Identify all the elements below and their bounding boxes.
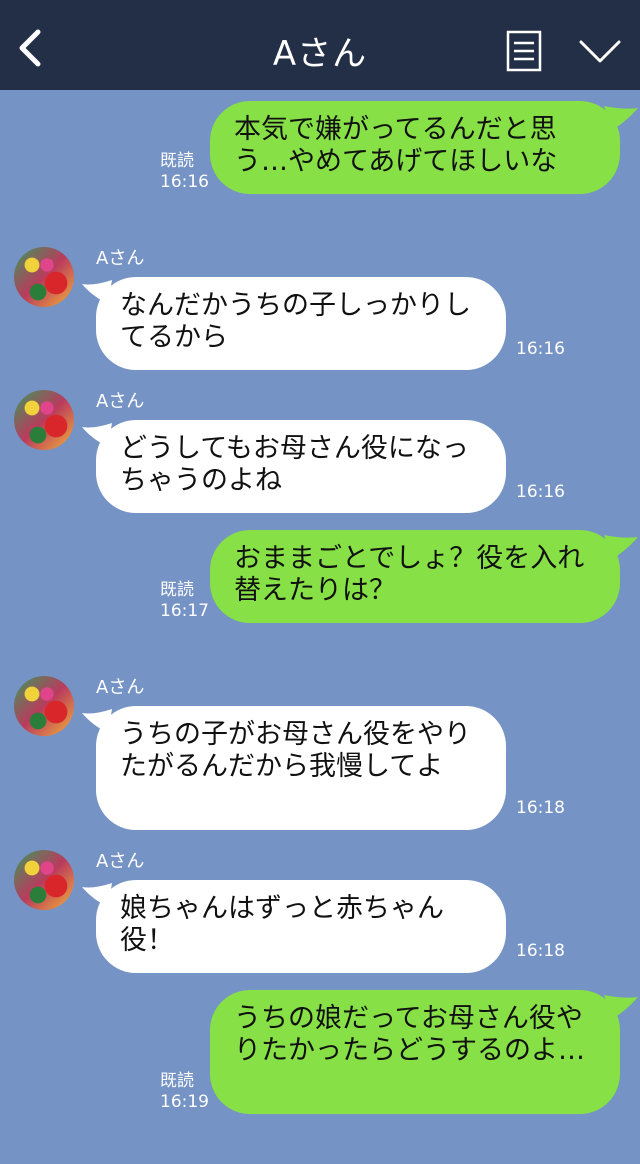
read-receipt: 既読 16:17	[160, 580, 209, 622]
outgoing-message-bubble[interactable]: おままごとでしょ？役を入れ替えたりは？	[210, 530, 620, 623]
bubble-tail	[82, 423, 112, 447]
message-time: 16:18	[516, 798, 565, 818]
sender-name: Aさん	[96, 391, 145, 412]
read-receipt: 既読 16:16	[160, 151, 209, 193]
avatar[interactable]	[14, 247, 74, 307]
outgoing-message-bubble[interactable]: 本気で嫌がってるんだと思う…やめてあげてほしいな	[210, 101, 620, 194]
message-time: 16:16	[160, 172, 209, 192]
chevron-down-icon[interactable]	[578, 38, 622, 66]
menu-icon[interactable]	[506, 30, 542, 72]
bubble-tail	[82, 883, 112, 907]
sender-name: Aさん	[96, 677, 145, 698]
bubble-tail	[604, 535, 638, 559]
chat-header: Aさん	[0, 0, 640, 90]
sender-name: Aさん	[96, 851, 145, 872]
message-time: 16:16	[516, 482, 565, 502]
avatar[interactable]	[14, 390, 74, 450]
message-time: 16:17	[160, 601, 209, 621]
read-label: 既読	[160, 580, 194, 600]
bubble-tail	[604, 995, 638, 1019]
sender-name: Aさん	[96, 248, 145, 269]
incoming-message-bubble[interactable]: うちの子がお母さん役をやりたがるんだから我慢してよ	[96, 706, 506, 830]
bubble-tail	[82, 280, 112, 304]
chat-title: Aさん	[272, 34, 368, 74]
message-time: 16:19	[160, 1092, 209, 1112]
message-time: 16:16	[516, 339, 565, 359]
read-label: 既読	[160, 151, 194, 171]
bubble-tail	[82, 709, 112, 733]
outgoing-message-bubble[interactable]: うちの娘だってお母さん役やりたかったらどうするのよ…	[210, 990, 620, 1114]
incoming-message-bubble[interactable]: 娘ちゃんはずっと赤ちゃん役！	[96, 880, 506, 973]
message-time: 16:18	[516, 941, 565, 961]
avatar[interactable]	[14, 676, 74, 736]
bubble-tail	[604, 106, 638, 130]
read-receipt: 既読 16:19	[160, 1071, 209, 1113]
incoming-message-bubble[interactable]: なんだかうちの子しっかりしてるから	[96, 277, 506, 370]
avatar[interactable]	[14, 850, 74, 910]
incoming-message-bubble[interactable]: どうしてもお母さん役になっちゃうのよね	[96, 420, 506, 513]
read-label: 既読	[160, 1071, 194, 1091]
